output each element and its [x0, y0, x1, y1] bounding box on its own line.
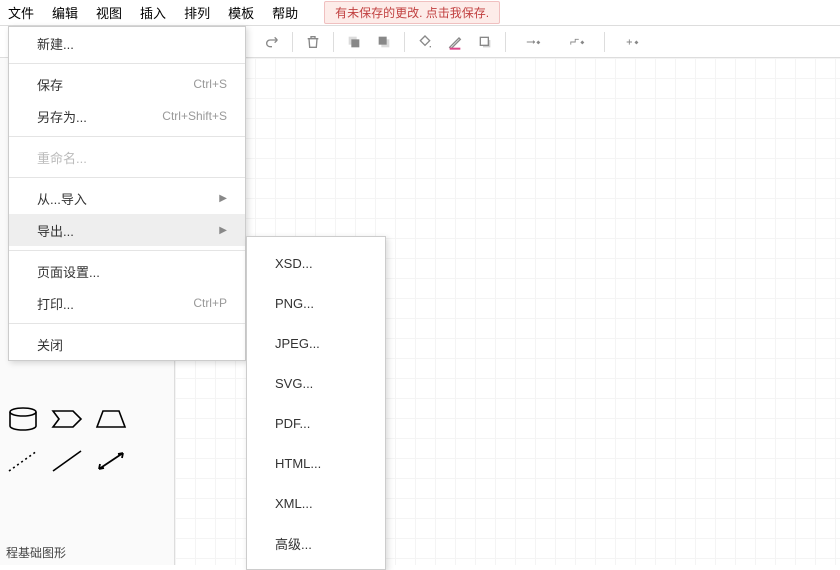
menu-help[interactable]: 帮助 [272, 3, 298, 22]
shape-cylinder[interactable] [6, 406, 40, 432]
export-xsd[interactable]: XSD... [247, 243, 385, 283]
menu-item-page-setup[interactable]: 页面设置... [9, 255, 245, 287]
menu-item-import[interactable]: 从...导入▶ [9, 182, 245, 214]
export-pdf[interactable]: PDF... [247, 403, 385, 443]
shape-double-arrow[interactable] [94, 448, 128, 474]
export-submenu: XSD... PNG... JPEG... SVG... PDF... HTML… [246, 236, 386, 570]
menu-arrange[interactable]: 排列 [184, 3, 210, 22]
add-button[interactable] [611, 29, 653, 55]
export-html[interactable]: HTML... [247, 443, 385, 483]
unsaved-notice[interactable]: 有未保存的更改. 点击我保存. [324, 1, 500, 24]
shape-solid-line[interactable] [50, 448, 84, 474]
menu-item-new[interactable]: 新建... [9, 27, 245, 59]
export-advanced[interactable]: 高级... [247, 523, 385, 563]
menu-item-save-as[interactable]: 另存为...Ctrl+Shift+S [9, 100, 245, 132]
shape-row [0, 398, 174, 440]
sidebar-footer: 程基础图形 [0, 540, 174, 565]
file-menu-dropdown: 新建... 保存Ctrl+S 另存为...Ctrl+Shift+S 重命名...… [8, 26, 246, 361]
menu-edit[interactable]: 编辑 [52, 3, 78, 22]
connection-style-button[interactable] [512, 29, 554, 55]
export-jpeg[interactable]: JPEG... [247, 323, 385, 363]
menu-item-save[interactable]: 保存Ctrl+S [9, 68, 245, 100]
menubar: 文件 编辑 视图 插入 排列 模板 帮助 有未保存的更改. 点击我保存. [0, 0, 840, 26]
menu-item-export[interactable]: 导出...▶ [9, 214, 245, 246]
export-png[interactable]: PNG... [247, 283, 385, 323]
export-xml[interactable]: XML... [247, 483, 385, 523]
menu-item-print[interactable]: 打印...Ctrl+P [9, 287, 245, 319]
menu-item-rename: 重命名... [9, 141, 245, 173]
menu-item-close[interactable]: 关闭 [9, 328, 245, 360]
to-front-button[interactable] [340, 29, 368, 55]
menu-template[interactable]: 模板 [228, 3, 254, 22]
to-back-button[interactable] [370, 29, 398, 55]
waypoint-style-button[interactable] [556, 29, 598, 55]
shadow-button[interactable] [471, 29, 499, 55]
redo-button[interactable] [258, 29, 286, 55]
shape-trapezoid[interactable] [94, 406, 128, 432]
menu-insert[interactable]: 插入 [140, 3, 166, 22]
line-color-button[interactable] [441, 29, 469, 55]
menu-file[interactable]: 文件 [8, 3, 34, 22]
shape-arrow-tag[interactable] [50, 406, 84, 432]
shape-row-lines [0, 440, 174, 482]
shape-dashed-line[interactable] [6, 448, 40, 474]
menu-view[interactable]: 视图 [96, 3, 122, 22]
export-svg[interactable]: SVG... [247, 363, 385, 403]
delete-button[interactable] [299, 29, 327, 55]
fill-color-button[interactable] [411, 29, 439, 55]
